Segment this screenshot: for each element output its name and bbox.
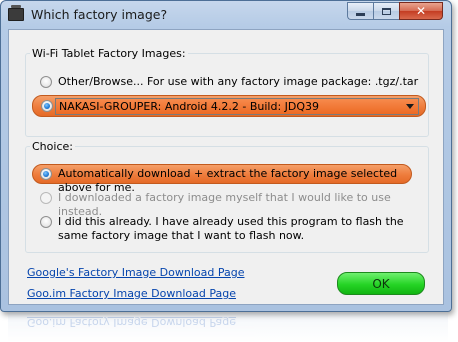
- google-factory-image-link[interactable]: Google's Factory Image Download Page: [27, 266, 244, 279]
- auto-download-radio[interactable]: [40, 168, 52, 180]
- factory-image-radio[interactable]: [41, 100, 53, 112]
- choice-group: Choice: Automatically download + extract…: [25, 140, 429, 253]
- factory-image-selected-value: NAKASI-GROUPER: Android 4.2.2 - Build: J…: [59, 100, 320, 113]
- other-browse-label: Other/Browse... For use with any factory…: [58, 75, 419, 88]
- factory-images-legend: Wi-Fi Tablet Factory Images:: [32, 47, 186, 60]
- close-icon: ✕: [415, 4, 427, 18]
- clapperboard-icon: [8, 5, 24, 21]
- other-browse-radio[interactable]: [40, 76, 52, 88]
- choice-legend: Choice:: [32, 140, 73, 153]
- factory-images-group: Wi-Fi Tablet Factory Images: Other/Brows…: [25, 47, 429, 137]
- reflected-gooim-link: Goo.im Factory Image Download Page: [27, 316, 236, 329]
- other-browse-option[interactable]: Other/Browse... For use with any factory…: [40, 75, 420, 89]
- maximize-icon: [382, 7, 391, 15]
- title-bar[interactable]: Which factory image? ✕: [1, 1, 451, 29]
- maximize-button[interactable]: [373, 2, 399, 20]
- ok-button[interactable]: OK: [337, 272, 425, 295]
- gooim-factory-image-link[interactable]: Goo.im Factory Image Download Page: [27, 287, 236, 300]
- already-flashed-label: I did this already. I have already used …: [58, 215, 404, 242]
- ok-button-label: OK: [372, 276, 390, 291]
- window-reflection: Goo.im Factory Image Download Page: [8, 313, 448, 342]
- minimize-button[interactable]: [347, 2, 373, 20]
- chevron-down-icon: [406, 104, 414, 109]
- manual-download-radio: [40, 192, 52, 204]
- screenshot-page: Which factory image? ✕ Wi-Fi Tablet Fact…: [0, 0, 458, 342]
- factory-image-dropdown[interactable]: NAKASI-GROUPER: Android 4.2.2 - Build: J…: [55, 98, 419, 115]
- window-title: Which factory image?: [31, 7, 168, 22]
- dialog-client-area: Wi-Fi Tablet Factory Images: Other/Brows…: [8, 29, 444, 305]
- dialog-window: Which factory image? ✕ Wi-Fi Tablet Fact…: [0, 0, 452, 312]
- minimize-icon: [356, 12, 365, 16]
- caption-buttons: ✕: [347, 2, 443, 20]
- close-button[interactable]: ✕: [399, 2, 443, 20]
- already-flashed-option[interactable]: I did this already. I have already used …: [40, 215, 420, 243]
- selected-image-highlight: NAKASI-GROUPER: Android 4.2.2 - Build: J…: [32, 95, 426, 117]
- already-flashed-radio[interactable]: [40, 216, 52, 228]
